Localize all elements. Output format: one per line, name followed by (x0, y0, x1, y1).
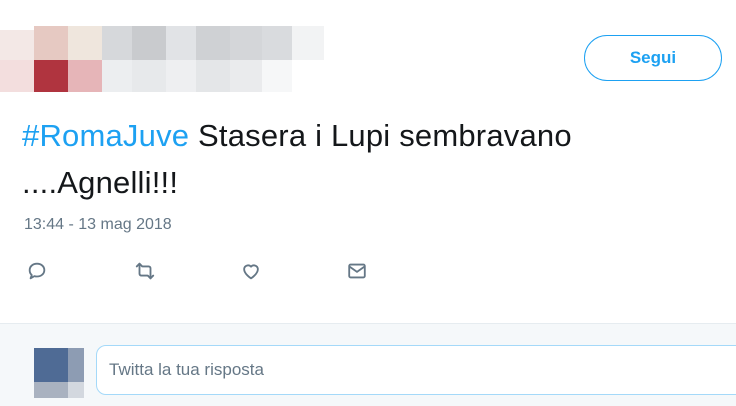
follow-button[interactable]: Segui (584, 35, 722, 81)
hashtag-link[interactable]: #RomaJuve (22, 118, 189, 153)
retweet-icon[interactable] (130, 256, 160, 286)
like-icon[interactable] (236, 256, 266, 286)
tweet-text-line2: ....Agnelli!!! (22, 165, 179, 200)
tweet-text: #RomaJuve Stasera i Lupi sembravano ....… (22, 112, 712, 206)
tweet-actions (0, 256, 736, 286)
reply-input[interactable]: Twitta la tua risposta (96, 345, 736, 395)
reply-area: Twitta la tua risposta (0, 323, 736, 406)
tweet-timestamp[interactable]: 13:44 - 13 mag 2018 (24, 216, 172, 234)
reply-icon[interactable] (22, 256, 52, 286)
tweet-header: Segui (0, 0, 736, 110)
direct-message-icon[interactable] (342, 256, 372, 286)
tweet-text-line1: Stasera i Lupi sembravano (189, 118, 572, 153)
pixelated-user-info (0, 26, 330, 96)
reply-avatar (34, 348, 84, 398)
